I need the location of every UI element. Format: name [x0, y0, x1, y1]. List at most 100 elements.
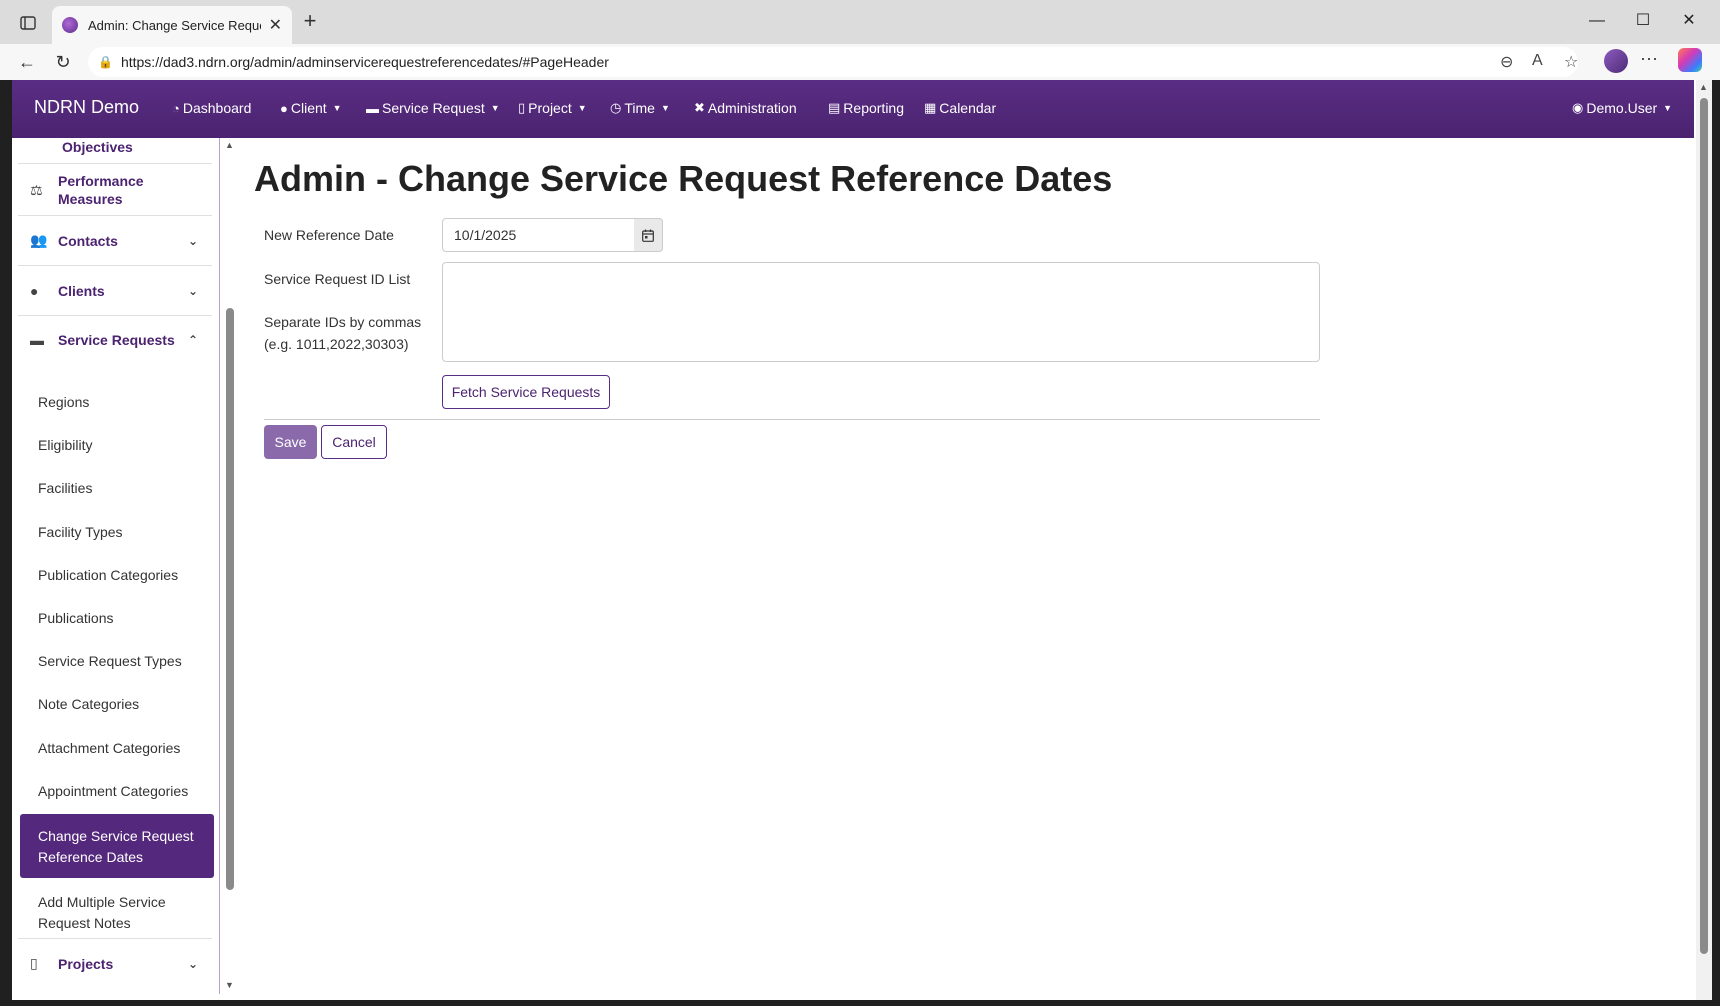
read-aloud-icon[interactable]: A	[1532, 52, 1543, 70]
sidebar-item-performance-measures[interactable]: ⚖ Performance Measures	[18, 164, 212, 216]
sidebar-item-label: Objectives	[62, 138, 133, 155]
sidebar-item-contacts[interactable]: 👥 Contacts ⌄	[18, 216, 212, 266]
browser-tab[interactable]: Admin: Change Service Request R ✕	[52, 6, 292, 44]
sidebar-sub-publication-categories[interactable]: Publication Categories	[38, 567, 178, 583]
nav-calendar-label: Calendar	[939, 100, 997, 116]
tab-actions-icon[interactable]	[16, 12, 40, 34]
minimize-icon[interactable]: —	[1582, 8, 1612, 34]
sidebar-sub-note-categories[interactable]: Note Categories	[38, 696, 139, 712]
calendar-icon: ▦	[924, 100, 937, 115]
cancel-button[interactable]: Cancel	[321, 425, 387, 459]
scroll-up-icon[interactable]: ▲	[225, 140, 234, 150]
nav-project[interactable]: ▯ Project ▼	[518, 100, 587, 116]
tools-icon: ✖	[694, 100, 705, 115]
more-options-icon[interactable]: ···	[1640, 48, 1658, 69]
document-icon: ▤	[828, 100, 841, 115]
sidebar-item-label: Service Requests	[58, 332, 175, 348]
tab-title: Admin: Change Service Request R	[88, 17, 261, 33]
clipboard-icon: ▯	[518, 100, 526, 115]
chevron-down-icon: ⌄	[187, 233, 198, 248]
nav-client[interactable]: ● Client ▼	[280, 100, 342, 116]
back-icon[interactable]: ←	[14, 49, 40, 75]
sidebar-item-projects[interactable]: ▯ Projects ⌄	[18, 938, 212, 988]
user-menu[interactable]: ◉ Demo.User ▼	[1572, 100, 1672, 116]
zoom-icon[interactable]: ⊖	[1500, 52, 1513, 72]
app-navbar: NDRN Demo ◔ Dashboard ● Client ▼ ▬ Service R…	[12, 80, 1694, 138]
sidebar: Objectives ⚖ Performance Measures 👥 Cont…	[12, 138, 220, 994]
web-page: NDRN Demo ◔ Dashboard ● Client ▼ ▬ Service R…	[12, 80, 1712, 1000]
sidebar-item-label: Contacts	[58, 232, 118, 249]
people-icon: 👥	[30, 232, 48, 248]
close-tab-icon[interactable]: ✕	[269, 15, 282, 35]
new-reference-date-input[interactable]: 10/1/2025	[442, 218, 663, 252]
fetch-service-requests-button[interactable]: Fetch Service Requests	[442, 375, 610, 409]
sidebar-sub-regions[interactable]: Regions	[38, 394, 89, 410]
site-info-icon[interactable]: 🔒	[98, 55, 113, 69]
scale-icon: ⚖	[30, 181, 43, 198]
id-list-label: Service Request ID List	[264, 271, 411, 287]
reload-icon[interactable]: ↻	[50, 49, 76, 75]
nav-dashboard[interactable]: ◔ Dashboard	[172, 100, 251, 116]
sidebar-sub-change-reference-dates[interactable]: Change Service Request Reference Dates	[20, 814, 214, 878]
new-tab-icon[interactable]: +	[298, 10, 322, 34]
id-list-textarea[interactable]	[442, 262, 1320, 362]
sidebar-rule	[219, 138, 220, 994]
nav-reporting[interactable]: ▤ Reporting	[828, 100, 904, 116]
profile-avatar[interactable]	[1604, 49, 1628, 73]
sidebar-sub-eligibility[interactable]: Eligibility	[38, 437, 92, 453]
close-window-icon[interactable]: ✕	[1674, 8, 1704, 34]
calendar-picker-icon[interactable]	[634, 218, 663, 252]
clock-icon: ◷	[610, 100, 622, 115]
sidebar-scrollbar[interactable]: ▲ ▼	[222, 138, 238, 994]
chevron-down-icon: ⌄	[187, 956, 198, 971]
save-button[interactable]: Save	[264, 425, 317, 459]
nav-dashboard-label: Dashboard	[182, 100, 252, 116]
sidebar-sub-attachment-categories[interactable]: Attachment Categories	[38, 740, 180, 756]
briefcase-icon: ▬	[366, 100, 379, 116]
sidebar-active-line2: Reference Dates	[38, 849, 144, 865]
window-frame-bottom	[0, 1000, 1720, 1006]
sidebar-sub-facilities[interactable]: Facilities	[38, 480, 92, 496]
caret-down-icon: ▼	[1663, 103, 1673, 113]
nav-service-request[interactable]: ▬ Service Request ▼	[366, 100, 500, 116]
sidebar-item-clients[interactable]: ● Clients ⌄	[18, 266, 212, 316]
new-reference-date-label: New Reference Date	[264, 227, 394, 243]
caret-down-icon: ▼	[660, 103, 670, 113]
favorite-star-icon[interactable]: ☆	[1564, 52, 1578, 72]
sidebar-item-label: Performance Measures	[58, 172, 144, 207]
user-name: Demo.User	[1586, 100, 1658, 116]
id-hint-line1: Separate IDs by commas	[264, 314, 422, 330]
id-list-hint: Separate IDs by commas (e.g. 1011,2022,3…	[264, 311, 421, 355]
sidebar-sub-appointment-categories[interactable]: Appointment Categories	[38, 783, 188, 799]
sidebar-sub-service-request-types[interactable]: Service Request Types	[38, 653, 182, 669]
sidebar-active-line1: Change Service Request	[38, 828, 194, 844]
sidebar-sub-facility-types[interactable]: Facility Types	[38, 524, 123, 540]
sidebar-sub-publications[interactable]: Publications	[38, 610, 114, 626]
nav-project-label: Project	[528, 100, 572, 116]
address-bar[interactable]: 🔒 https://dad3.ndrn.org/admin/adminservi…	[88, 47, 1578, 77]
nav-client-label: Client	[290, 100, 327, 116]
form-divider	[264, 419, 1320, 420]
nav-time[interactable]: ◷ Time ▼	[610, 100, 670, 116]
nav-administration[interactable]: ✖ Administration	[694, 100, 797, 116]
sidebar-sub-add-multiple-notes[interactable]: Add Multiple Service Request Notes	[38, 892, 166, 934]
sidebar-item-label: Projects	[58, 955, 114, 972]
scroll-down-icon[interactable]: ▼	[225, 980, 234, 990]
chevron-up-icon: ⌃	[187, 333, 198, 347]
scroll-up-icon[interactable]: ▲	[1699, 82, 1708, 92]
sidebar-item-label: Clients	[58, 282, 105, 299]
nav-calendar[interactable]: ▦ Calendar	[924, 100, 996, 116]
clipboard-icon: ▯	[30, 955, 38, 971]
sidebar-scroll-thumb[interactable]	[226, 308, 234, 890]
sidebar-item-objectives[interactable]: Objectives	[18, 138, 212, 164]
person-icon: ●	[280, 100, 288, 116]
nav-service-request-label: Service Request	[382, 100, 485, 116]
page-scrollbar[interactable]: ▲	[1696, 80, 1712, 1000]
person-icon: ●	[30, 282, 39, 299]
maximize-icon[interactable]: ☐	[1628, 8, 1658, 34]
brand-link[interactable]: NDRN Demo	[34, 97, 139, 118]
sidebar-item-service-requests[interactable]: ▬ Service Requests ⌃	[18, 316, 212, 364]
id-hint-line2: (e.g. 1011,2022,30303)	[264, 336, 409, 352]
copilot-icon[interactable]	[1678, 48, 1702, 72]
page-scroll-thumb[interactable]	[1700, 98, 1708, 954]
